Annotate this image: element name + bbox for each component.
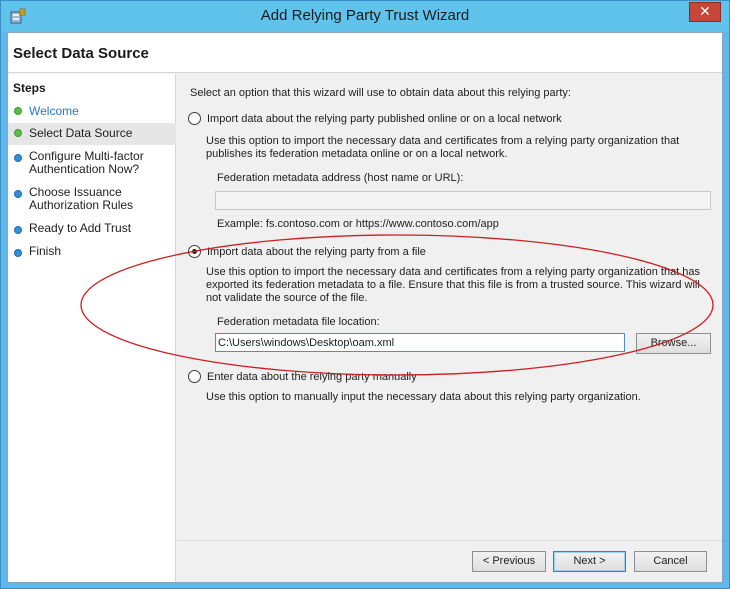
button-bar: < Previous Next > Cancel: [177, 540, 722, 582]
step-label: Choose Issuance Authorization Rules: [29, 185, 134, 212]
step-welcome[interactable]: Welcome: [8, 103, 176, 121]
metadata-file-input[interactable]: C:\Users\windows\Desktop\oam.xml: [215, 333, 625, 352]
metadata-address-example: Example: fs.contoso.com or https://www.c…: [217, 218, 499, 230]
option-file-label[interactable]: Import data about the relying party from…: [207, 246, 426, 258]
metadata-address-label: Federation metadata address (host name o…: [217, 172, 464, 184]
close-button[interactable]: ✕: [689, 2, 721, 22]
metadata-file-label: Federation metadata file location:: [217, 316, 380, 328]
cancel-button[interactable]: Cancel: [634, 551, 707, 572]
step-pending-icon: [14, 190, 22, 198]
title-bar: Add Relying Party Trust Wizard ✕: [1, 1, 729, 32]
steps-panel: Steps Welcome Select Data Source Configu…: [8, 74, 176, 582]
step-label: Ready to Add Trust: [29, 221, 132, 235]
option-manual-label[interactable]: Enter data about the relying party manua…: [207, 371, 417, 383]
metadata-address-input[interactable]: [215, 191, 711, 210]
page-header: Select Data Source: [8, 33, 722, 73]
intro-text: Select an option that this wizard will u…: [190, 87, 571, 99]
step-complete-icon: [14, 129, 22, 137]
option-online-description: Use this option to import the necessary …: [206, 135, 680, 160]
window-title: Add Relying Party Trust Wizard: [260, 7, 470, 24]
close-icon: ✕: [699, 3, 711, 19]
option-file-description: Use this option to import the necessary …: [206, 266, 701, 304]
step-label: Configure Multi-factor Authentication No…: [29, 149, 144, 176]
step-configure-mfa[interactable]: Configure Multi-factor Authentication No…: [8, 150, 176, 178]
radio-import-file[interactable]: [188, 245, 201, 258]
previous-button[interactable]: < Previous: [472, 551, 546, 572]
page-title: Select Data Source: [13, 45, 149, 62]
wizard-client-area: Select Data Source Steps Welcome Select …: [7, 32, 723, 583]
next-button[interactable]: Next >: [553, 551, 626, 572]
wizard-window: Add Relying Party Trust Wizard ✕ Select …: [0, 0, 730, 589]
step-finish[interactable]: Finish: [8, 245, 176, 261]
radio-manual[interactable]: [188, 370, 201, 383]
browse-button[interactable]: Browse...: [636, 333, 711, 354]
steps-heading: Steps: [13, 81, 46, 95]
step-select-data-source[interactable]: Select Data Source: [8, 123, 176, 145]
radio-import-online[interactable]: [188, 112, 201, 125]
option-online-label[interactable]: Import data about the relying party publ…: [207, 113, 562, 125]
step-pending-icon: [14, 154, 22, 162]
step-complete-icon: [14, 107, 22, 115]
step-label: Finish: [29, 244, 62, 258]
step-pending-icon: [14, 249, 22, 257]
step-ready-to-add[interactable]: Ready to Add Trust: [8, 222, 176, 238]
step-label: Select Data Source: [29, 126, 133, 140]
content-panel: Select an option that this wizard will u…: [177, 74, 722, 540]
step-label: Welcome: [29, 104, 79, 118]
step-issuance-rules[interactable]: Choose Issuance Authorization Rules: [8, 186, 176, 214]
option-manual-description: Use this option to manually input the ne…: [206, 391, 641, 403]
step-pending-icon: [14, 226, 22, 234]
